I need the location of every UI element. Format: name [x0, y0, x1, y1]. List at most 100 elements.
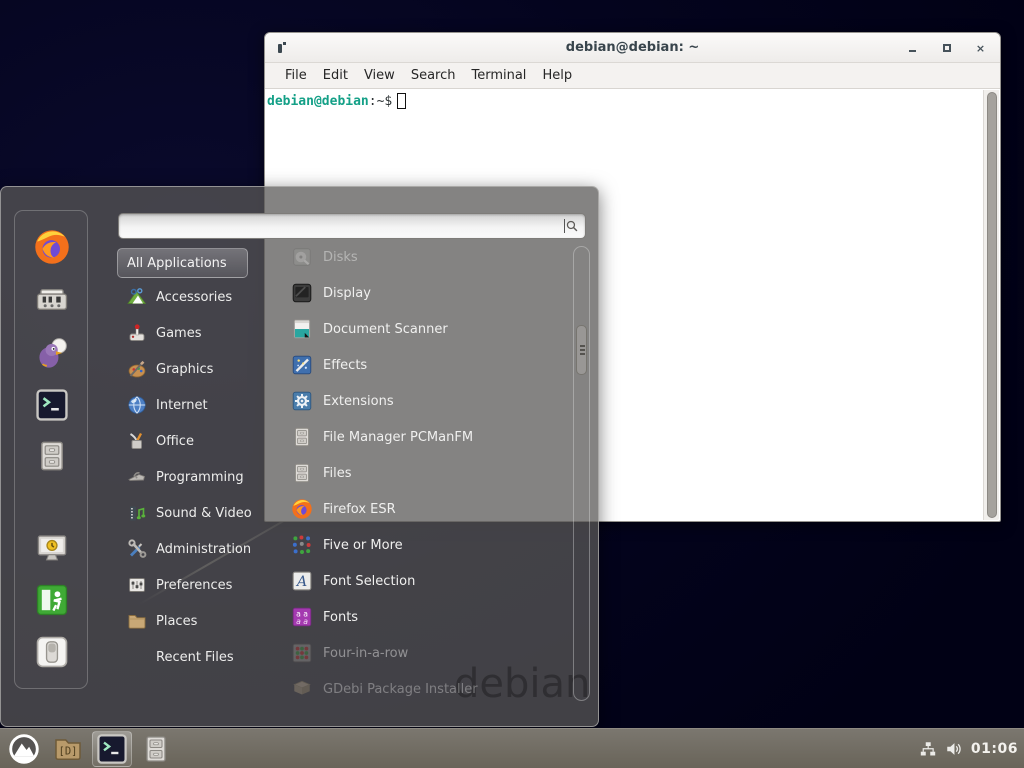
- file-cabinet-icon: [291, 462, 313, 484]
- system-tray: 01:06: [919, 740, 1024, 758]
- menu-help[interactable]: Help: [534, 68, 580, 83]
- file-cabinet-icon: [35, 439, 69, 473]
- settings-panel-icon: [35, 283, 69, 317]
- menu-button[interactable]: [4, 731, 44, 767]
- window-menu-icon[interactable]: [278, 42, 286, 53]
- prompt-suffix: :~$: [369, 94, 392, 109]
- terminal-scrollbar-thumb[interactable]: [987, 92, 997, 518]
- menu-terminal[interactable]: Terminal: [463, 68, 534, 83]
- app-five-or-more[interactable]: Five or More: [265, 527, 571, 563]
- taskbar: 01:06: [0, 728, 1024, 768]
- filter-all-applications[interactable]: All Applications: [117, 248, 248, 278]
- favorite-settings-panel-button[interactable]: [35, 283, 69, 317]
- shut-down-button[interactable]: [35, 635, 69, 669]
- category-office[interactable]: Office: [117, 423, 263, 459]
- terminal-icon: [35, 388, 69, 422]
- app-gdebi-package-installer[interactable]: GDebi Package Installer: [265, 671, 571, 701]
- menu-view[interactable]: View: [356, 68, 403, 83]
- category-list: Accessories Games Graphics Internet Offi…: [117, 279, 263, 675]
- search-icon: [565, 219, 579, 233]
- clock[interactable]: 01:06: [971, 741, 1018, 757]
- file-manager-launcher[interactable]: [48, 731, 88, 767]
- category-graphics[interactable]: Graphics: [117, 351, 263, 387]
- app-disks[interactable]: Disks: [265, 239, 571, 275]
- menu-search[interactable]: Search: [403, 68, 464, 83]
- category-administration[interactable]: Administration: [117, 531, 263, 567]
- terminal-icon: [96, 733, 128, 765]
- extensions-icon: [291, 390, 313, 412]
- pidgin-icon: [35, 336, 69, 370]
- terminal-scrollbar[interactable]: [983, 90, 999, 520]
- app-files[interactable]: Files: [265, 455, 571, 491]
- favorite-file-manager-button[interactable]: [35, 439, 69, 473]
- category-recent-files[interactable]: Recent Files: [117, 639, 263, 675]
- app-display[interactable]: Display: [265, 275, 571, 311]
- app-four-in-a-row[interactable]: Four-in-a-row: [265, 635, 571, 671]
- programming-icon: [127, 467, 147, 487]
- four-in-a-row-icon: [291, 642, 313, 664]
- graphics-icon: [127, 359, 147, 379]
- menu-file[interactable]: File: [277, 68, 315, 83]
- app-font-selection[interactable]: Font Selection: [265, 563, 571, 599]
- terminal-menubar: File Edit View Search Terminal Help: [265, 63, 1000, 89]
- files-launcher[interactable]: [136, 731, 176, 767]
- shell-prompt: debian@debian:~$: [267, 93, 998, 109]
- office-icon: [127, 431, 147, 451]
- minimize-icon: [909, 50, 916, 52]
- category-places[interactable]: Places: [117, 603, 263, 639]
- display-icon: [291, 282, 313, 304]
- category-preferences[interactable]: Preferences: [117, 567, 263, 603]
- file-cabinet-icon: [291, 426, 313, 448]
- terminal-window-button[interactable]: [92, 731, 132, 767]
- five-or-more-icon: [291, 534, 313, 556]
- network-icon[interactable]: [919, 740, 937, 758]
- effects-icon: [291, 354, 313, 376]
- volume-icon[interactable]: [945, 740, 963, 758]
- favorite-terminal-button[interactable]: [35, 388, 69, 422]
- application-menu: debian All Applications Accessories Game…: [0, 186, 599, 727]
- places-icon: [127, 611, 147, 631]
- app-list-scrollbar[interactable]: [573, 246, 590, 701]
- prompt-user-host: debian@debian: [267, 94, 369, 109]
- favorite-firefox-button[interactable]: [33, 228, 71, 266]
- category-games[interactable]: Games: [117, 315, 263, 351]
- close-icon: ×: [976, 43, 985, 54]
- category-sound-video[interactable]: Sound & Video: [117, 495, 263, 531]
- log-out-button[interactable]: [35, 583, 69, 617]
- scrollbar-grip: [580, 345, 585, 347]
- preferences-icon: [127, 575, 147, 595]
- category-accessories[interactable]: Accessories: [117, 279, 263, 315]
- log-out-icon: [35, 583, 69, 617]
- category-internet[interactable]: Internet: [117, 387, 263, 423]
- maximize-icon: [943, 44, 951, 52]
- application-list: Disks Display Document Scanner Effects E…: [265, 239, 571, 701]
- gdebi-icon: [291, 678, 313, 700]
- menu-edit[interactable]: Edit: [315, 68, 356, 83]
- category-programming[interactable]: Programming: [117, 459, 263, 495]
- firefox-icon: [33, 228, 71, 266]
- lock-screen-button[interactable]: [35, 531, 69, 565]
- app-extensions[interactable]: Extensions: [265, 383, 571, 419]
- app-fonts[interactable]: Fonts: [265, 599, 571, 635]
- app-firefox-esr[interactable]: Firefox ESR: [265, 491, 571, 527]
- file-cabinet-icon: [141, 734, 171, 764]
- favorite-pidgin-button[interactable]: [35, 336, 69, 370]
- shut-down-icon: [35, 635, 69, 669]
- menu-search-box: [118, 213, 586, 239]
- minimize-button[interactable]: [907, 43, 918, 54]
- firefox-icon: [291, 498, 313, 520]
- games-icon: [127, 323, 147, 343]
- app-list-scrollbar-thumb[interactable]: [576, 325, 587, 375]
- internet-icon: [127, 395, 147, 415]
- maximize-button[interactable]: [941, 43, 952, 54]
- folder-icon: [53, 734, 83, 764]
- sound-video-icon: [127, 503, 147, 523]
- search-input[interactable]: [125, 219, 562, 234]
- terminal-cursor: [397, 93, 406, 109]
- fonts-icon: [291, 606, 313, 628]
- app-file-manager-pcmanfm[interactable]: File Manager PCManFM: [265, 419, 571, 455]
- terminal-titlebar[interactable]: debian@debian: ~ ×: [265, 33, 1000, 63]
- close-button[interactable]: ×: [975, 43, 986, 54]
- app-effects[interactable]: Effects: [265, 347, 571, 383]
- app-document-scanner[interactable]: Document Scanner: [265, 311, 571, 347]
